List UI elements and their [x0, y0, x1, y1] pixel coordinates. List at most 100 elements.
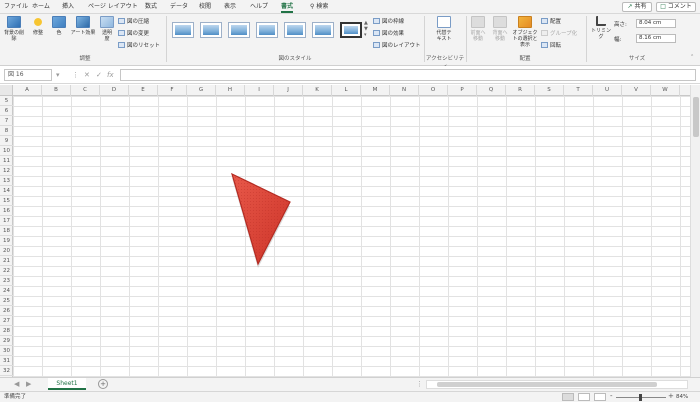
- row-header[interactable]: 15: [0, 196, 13, 206]
- vertical-scroll-thumb[interactable]: [693, 97, 699, 137]
- row-header[interactable]: 32: [0, 366, 13, 376]
- row-header[interactable]: 16: [0, 206, 13, 216]
- row-header[interactable]: 12: [0, 166, 13, 176]
- row-header[interactable]: 31: [0, 356, 13, 366]
- color-button[interactable]: 色: [50, 16, 68, 36]
- row-header[interactable]: 5: [0, 96, 13, 106]
- row-header[interactable]: 20: [0, 246, 13, 256]
- transparency-button[interactable]: 透明度: [98, 16, 116, 42]
- picture-style-4[interactable]: [256, 22, 278, 38]
- row-header[interactable]: 26: [0, 306, 13, 316]
- row-header[interactable]: 10: [0, 146, 13, 156]
- prev-sheet-icon[interactable]: ◀: [14, 380, 19, 388]
- next-sheet-icon[interactable]: ▶: [26, 380, 31, 388]
- enter-icon[interactable]: ✓: [96, 69, 102, 81]
- column-header[interactable]: U: [593, 85, 622, 96]
- row-header[interactable]: 13: [0, 176, 13, 186]
- column-header[interactable]: H: [216, 85, 245, 96]
- ribbon-collapse-icon[interactable]: ⌃: [690, 54, 694, 60]
- row-header[interactable]: 17: [0, 216, 13, 226]
- row-header[interactable]: 23: [0, 276, 13, 286]
- width-input[interactable]: 8.16 cm: [636, 34, 676, 43]
- tab-split-icon[interactable]: ⋮: [416, 380, 423, 388]
- row-header[interactable]: 6: [0, 106, 13, 116]
- column-header[interactable]: T: [564, 85, 593, 96]
- function-icon[interactable]: fx: [107, 69, 114, 81]
- picture-style-2[interactable]: [200, 22, 222, 38]
- column-header[interactable]: I: [245, 85, 274, 96]
- column-header[interactable]: P: [448, 85, 477, 96]
- tab-insert[interactable]: 挿入: [62, 1, 74, 13]
- alt-text-button[interactable]: 代替テキスト: [430, 16, 458, 42]
- horizontal-scrollbar[interactable]: [426, 380, 688, 389]
- bring-forward-button[interactable]: 前面へ移動: [468, 16, 488, 42]
- reset-picture-button[interactable]: 図のリセット: [118, 41, 160, 49]
- selection-pane-button[interactable]: オブジェクトの選択と表示: [512, 16, 538, 48]
- picture-border-button[interactable]: 図の枠線: [373, 17, 404, 25]
- artistic-effects-button[interactable]: アート効果: [70, 16, 96, 36]
- row-header[interactable]: 9: [0, 136, 13, 146]
- triangle-picture[interactable]: [220, 168, 300, 272]
- picture-style-3[interactable]: [228, 22, 250, 38]
- height-input[interactable]: 8.04 cm: [636, 19, 676, 28]
- remove-background-button[interactable]: 背景の削除: [3, 16, 25, 42]
- zoom-in-icon[interactable]: +: [668, 392, 674, 401]
- column-header[interactable]: K: [303, 85, 332, 96]
- tab-view[interactable]: 表示: [224, 1, 236, 13]
- column-header[interactable]: N: [390, 85, 419, 96]
- send-backward-button[interactable]: 背面へ移動: [490, 16, 510, 42]
- styles-scroll[interactable]: ▲ ▼ ▾: [364, 20, 368, 38]
- corrections-button[interactable]: 修整: [28, 16, 48, 36]
- vertical-scrollbar[interactable]: [690, 85, 700, 377]
- tab-home[interactable]: ホーム: [32, 1, 50, 13]
- column-header[interactable]: G: [187, 85, 216, 96]
- column-header[interactable]: V: [622, 85, 651, 96]
- page-layout-view-button[interactable]: [578, 393, 590, 401]
- page-break-view-button[interactable]: [594, 393, 606, 401]
- column-header[interactable]: Q: [477, 85, 506, 96]
- tab-format[interactable]: 書式: [281, 1, 294, 13]
- normal-view-button[interactable]: [562, 393, 574, 401]
- row-header[interactable]: 21: [0, 256, 13, 266]
- picture-style-1[interactable]: [172, 22, 194, 38]
- worksheet-grid[interactable]: ABCDEFGHIJKLMNOPQRSTUVW 5 6 7 8 9 10 11 12 13 14 1…: [0, 85, 690, 377]
- column-header[interactable]: F: [158, 85, 187, 96]
- horizontal-scroll-thumb[interactable]: [437, 382, 657, 387]
- column-header[interactable]: L: [332, 85, 361, 96]
- tab-formulas[interactable]: 数式: [145, 1, 157, 13]
- column-header[interactable]: M: [361, 85, 390, 96]
- picture-style-5[interactable]: [284, 22, 306, 38]
- column-header[interactable]: A: [13, 85, 42, 96]
- row-header[interactable]: 7: [0, 116, 13, 126]
- change-picture-button[interactable]: 図の変更: [118, 29, 149, 37]
- picture-style-7[interactable]: [340, 22, 362, 38]
- namebox-dropdown-icon[interactable]: ▾: [56, 69, 60, 81]
- row-header[interactable]: 19: [0, 236, 13, 246]
- column-header[interactable]: D: [100, 85, 129, 96]
- tab-data[interactable]: データ: [170, 1, 188, 13]
- sheet-tab-sheet1[interactable]: Sheet1: [48, 378, 86, 390]
- formula-input[interactable]: [120, 69, 696, 81]
- zoom-out-icon[interactable]: -: [610, 392, 613, 401]
- add-sheet-icon[interactable]: +: [98, 379, 108, 389]
- row-header[interactable]: 24: [0, 286, 13, 296]
- row-header[interactable]: 8: [0, 126, 13, 136]
- column-header[interactable]: S: [535, 85, 564, 96]
- row-header[interactable]: 27: [0, 316, 13, 326]
- zoom-level[interactable]: 84%: [676, 393, 688, 402]
- row-header[interactable]: 22: [0, 266, 13, 276]
- row-header[interactable]: 11: [0, 156, 13, 166]
- rotate-button[interactable]: 回転: [541, 41, 561, 49]
- comment-button[interactable]: □ コメント: [656, 2, 696, 12]
- row-header[interactable]: 29: [0, 336, 13, 346]
- zoom-slider-knob[interactable]: [639, 394, 642, 401]
- picture-layout-button[interactable]: 図のレイアウト: [373, 41, 421, 49]
- column-header[interactable]: R: [506, 85, 535, 96]
- compress-pictures-button[interactable]: 図の圧縮: [118, 17, 149, 25]
- column-header[interactable]: B: [42, 85, 71, 96]
- crop-button[interactable]: トリミング: [590, 16, 612, 40]
- tab-file[interactable]: ファイル: [4, 1, 28, 13]
- picture-effects-button[interactable]: 図の効果: [373, 29, 404, 37]
- column-header[interactable]: O: [419, 85, 448, 96]
- row-header[interactable]: 18: [0, 226, 13, 236]
